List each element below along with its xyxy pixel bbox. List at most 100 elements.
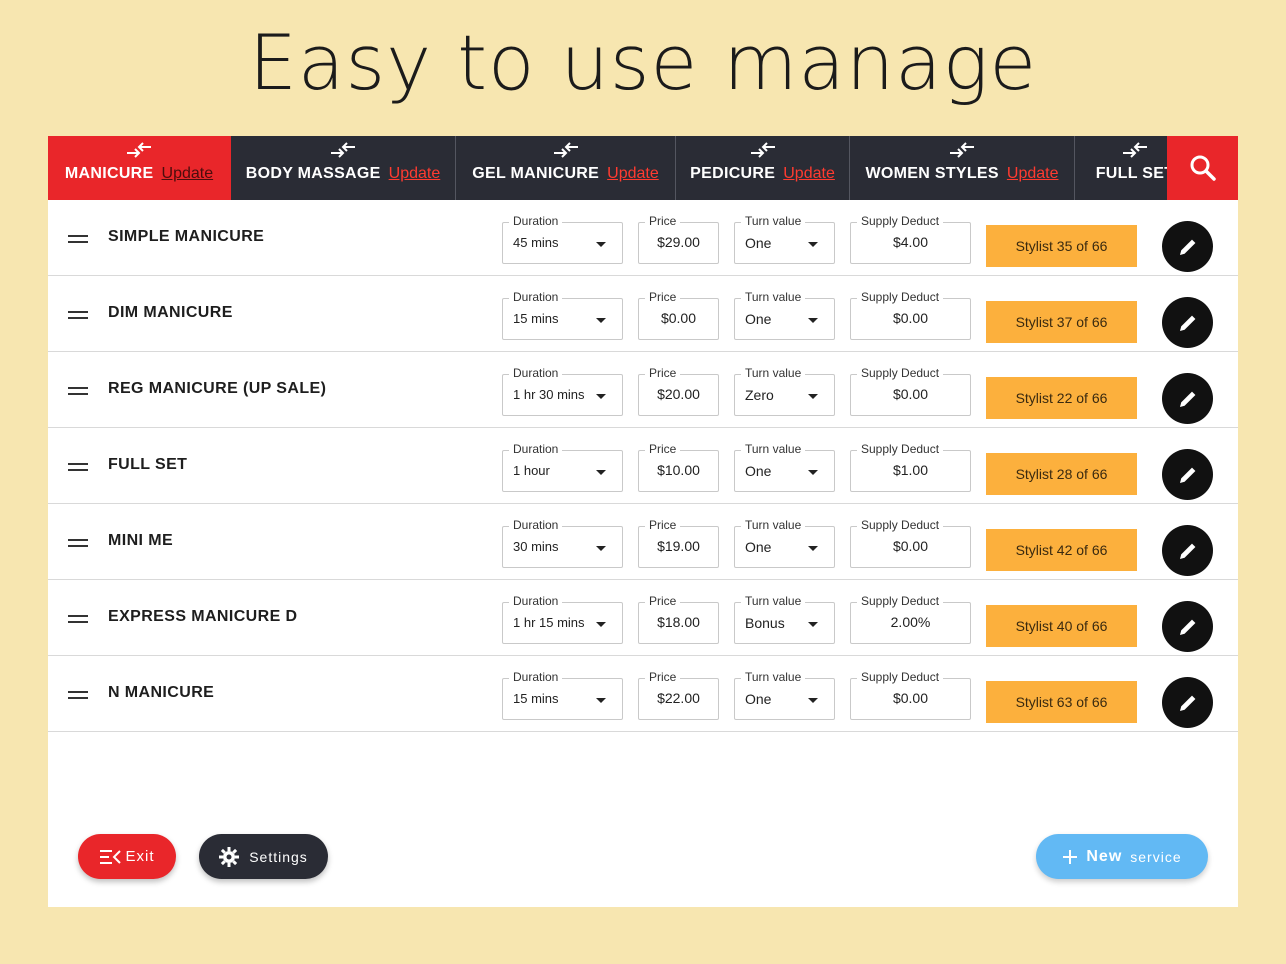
field-label: Supply Deduct (857, 366, 944, 380)
tab-update-link[interactable]: Update (783, 165, 835, 183)
field-value: One (745, 691, 772, 707)
tab-label: GEL MANICURE (472, 165, 600, 182)
tab-update-link[interactable]: Update (389, 165, 441, 183)
stylist-button[interactable]: Stylist 22 of 66 (986, 377, 1137, 419)
edit-button[interactable] (1162, 373, 1213, 424)
swap-arrows-icon (750, 142, 775, 158)
field-label: Turn value (741, 594, 806, 608)
supply-deduct-field[interactable]: Supply Deduct $1.00 (850, 442, 971, 492)
turn-value-select[interactable]: Turn value Zero (734, 366, 835, 416)
stylist-button[interactable]: Stylist 28 of 66 (986, 453, 1137, 495)
edit-button[interactable] (1162, 677, 1213, 728)
service-name: SIMPLE MANICURE (108, 228, 265, 245)
field-label: Price (645, 366, 681, 380)
tab-update-link[interactable]: Update (162, 165, 214, 183)
swap-arrows-icon (1123, 142, 1147, 158)
field-value: 2.00% (890, 614, 931, 630)
service-name: FULL SET (108, 456, 188, 473)
chevron-down-icon (596, 698, 606, 703)
chevron-down-icon (596, 394, 606, 399)
field-label: Turn value (741, 366, 806, 380)
field-value: $29.00 (657, 234, 700, 250)
edit-button[interactable] (1162, 297, 1213, 348)
turn-value-select[interactable]: Turn value One (734, 290, 835, 340)
price-field[interactable]: Price $18.00 (638, 594, 719, 644)
chevron-down-icon (808, 242, 818, 247)
supply-deduct-field[interactable]: Supply Deduct $0.00 (850, 518, 971, 568)
duration-select[interactable]: Duration 1 hr 15 mins (502, 594, 623, 644)
stylist-button[interactable]: Stylist 35 of 66 (986, 225, 1137, 267)
field-label: Turn value (741, 214, 806, 228)
tab-pedicure[interactable]: PEDICURE Update (676, 136, 850, 200)
swap-arrows-icon (950, 142, 974, 158)
field-value: One (745, 463, 772, 479)
field-value: $18.00 (657, 614, 700, 630)
field-label: Supply Deduct (857, 214, 944, 228)
turn-value-select[interactable]: Turn value One (734, 442, 835, 492)
pencil-icon (1179, 543, 1195, 559)
gear-icon (219, 846, 240, 867)
service-label: service (1130, 848, 1182, 865)
drag-handle-icon[interactable] (68, 235, 88, 243)
price-field[interactable]: Price $20.00 (638, 366, 719, 416)
drag-handle-icon[interactable] (68, 311, 88, 319)
duration-select[interactable]: Duration 1 hour (502, 442, 623, 492)
price-field[interactable]: Price $10.00 (638, 442, 719, 492)
search-button[interactable] (1167, 136, 1238, 200)
pencil-icon (1179, 467, 1195, 483)
turn-value-select[interactable]: Turn value One (734, 214, 835, 264)
chevron-down-icon (808, 622, 818, 627)
edit-button[interactable] (1162, 221, 1213, 272)
tab-gel-manicure[interactable]: GEL MANICURE Update (456, 136, 676, 200)
supply-deduct-field[interactable]: Supply Deduct 2.00% (850, 594, 971, 644)
search-icon (1190, 155, 1216, 181)
stylist-button[interactable]: Stylist 63 of 66 (986, 681, 1137, 723)
pencil-icon (1179, 619, 1195, 635)
stylist-button[interactable]: Stylist 37 of 66 (986, 301, 1137, 343)
duration-select[interactable]: Duration 1 hr 30 mins (502, 366, 623, 416)
supply-deduct-field[interactable]: Supply Deduct $0.00 (850, 670, 971, 720)
duration-select[interactable]: Duration 45 mins (502, 214, 623, 264)
field-label: Duration (509, 290, 563, 304)
edit-button[interactable] (1162, 449, 1213, 500)
field-value: $0.00 (892, 310, 929, 326)
tab-manicure[interactable]: MANICURE Update (48, 136, 231, 200)
tab-women-styles[interactable]: WOMEN STYLES Update (850, 136, 1075, 200)
turn-value-select[interactable]: Turn value Bonus (734, 594, 835, 644)
edit-button[interactable] (1162, 525, 1213, 576)
field-value: $0.00 (892, 386, 929, 402)
duration-select[interactable]: Duration 15 mins (502, 290, 623, 340)
supply-deduct-field[interactable]: Supply Deduct $4.00 (850, 214, 971, 264)
service-row: EXPRESS MANICURE D Duration 1 hr 15 mins … (48, 580, 1238, 656)
field-value: $0.00 (892, 690, 929, 706)
field-label: Price (645, 442, 681, 456)
tab-update-link[interactable]: Update (607, 165, 659, 183)
supply-deduct-field[interactable]: Supply Deduct $0.00 (850, 290, 971, 340)
edit-button[interactable] (1162, 601, 1213, 652)
tab-update-link[interactable]: Update (1007, 165, 1059, 183)
exit-button[interactable]: Exit (78, 834, 176, 879)
price-field[interactable]: Price $0.00 (638, 290, 719, 340)
duration-select[interactable]: Duration 30 mins (502, 518, 623, 568)
field-label: Duration (509, 670, 563, 684)
duration-select[interactable]: Duration 15 mins (502, 670, 623, 720)
supply-deduct-field[interactable]: Supply Deduct $0.00 (850, 366, 971, 416)
drag-handle-icon[interactable] (68, 387, 88, 395)
chevron-down-icon (808, 470, 818, 475)
field-value: 1 hr 15 mins (513, 615, 585, 630)
chevron-down-icon (808, 546, 818, 551)
turn-value-select[interactable]: Turn value One (734, 518, 835, 568)
stylist-button[interactable]: Stylist 42 of 66 (986, 529, 1137, 571)
drag-handle-icon[interactable] (68, 539, 88, 547)
drag-handle-icon[interactable] (68, 615, 88, 623)
turn-value-select[interactable]: Turn value One (734, 670, 835, 720)
price-field[interactable]: Price $22.00 (638, 670, 719, 720)
new-service-button[interactable]: New service (1036, 834, 1208, 879)
price-field[interactable]: Price $19.00 (638, 518, 719, 568)
drag-handle-icon[interactable] (68, 463, 88, 471)
settings-button[interactable]: Settings (199, 834, 328, 879)
stylist-button[interactable]: Stylist 40 of 66 (986, 605, 1137, 647)
price-field[interactable]: Price $29.00 (638, 214, 719, 264)
drag-handle-icon[interactable] (68, 691, 88, 699)
tab-body-massage[interactable]: BODY MASSAGE Update (231, 136, 456, 200)
